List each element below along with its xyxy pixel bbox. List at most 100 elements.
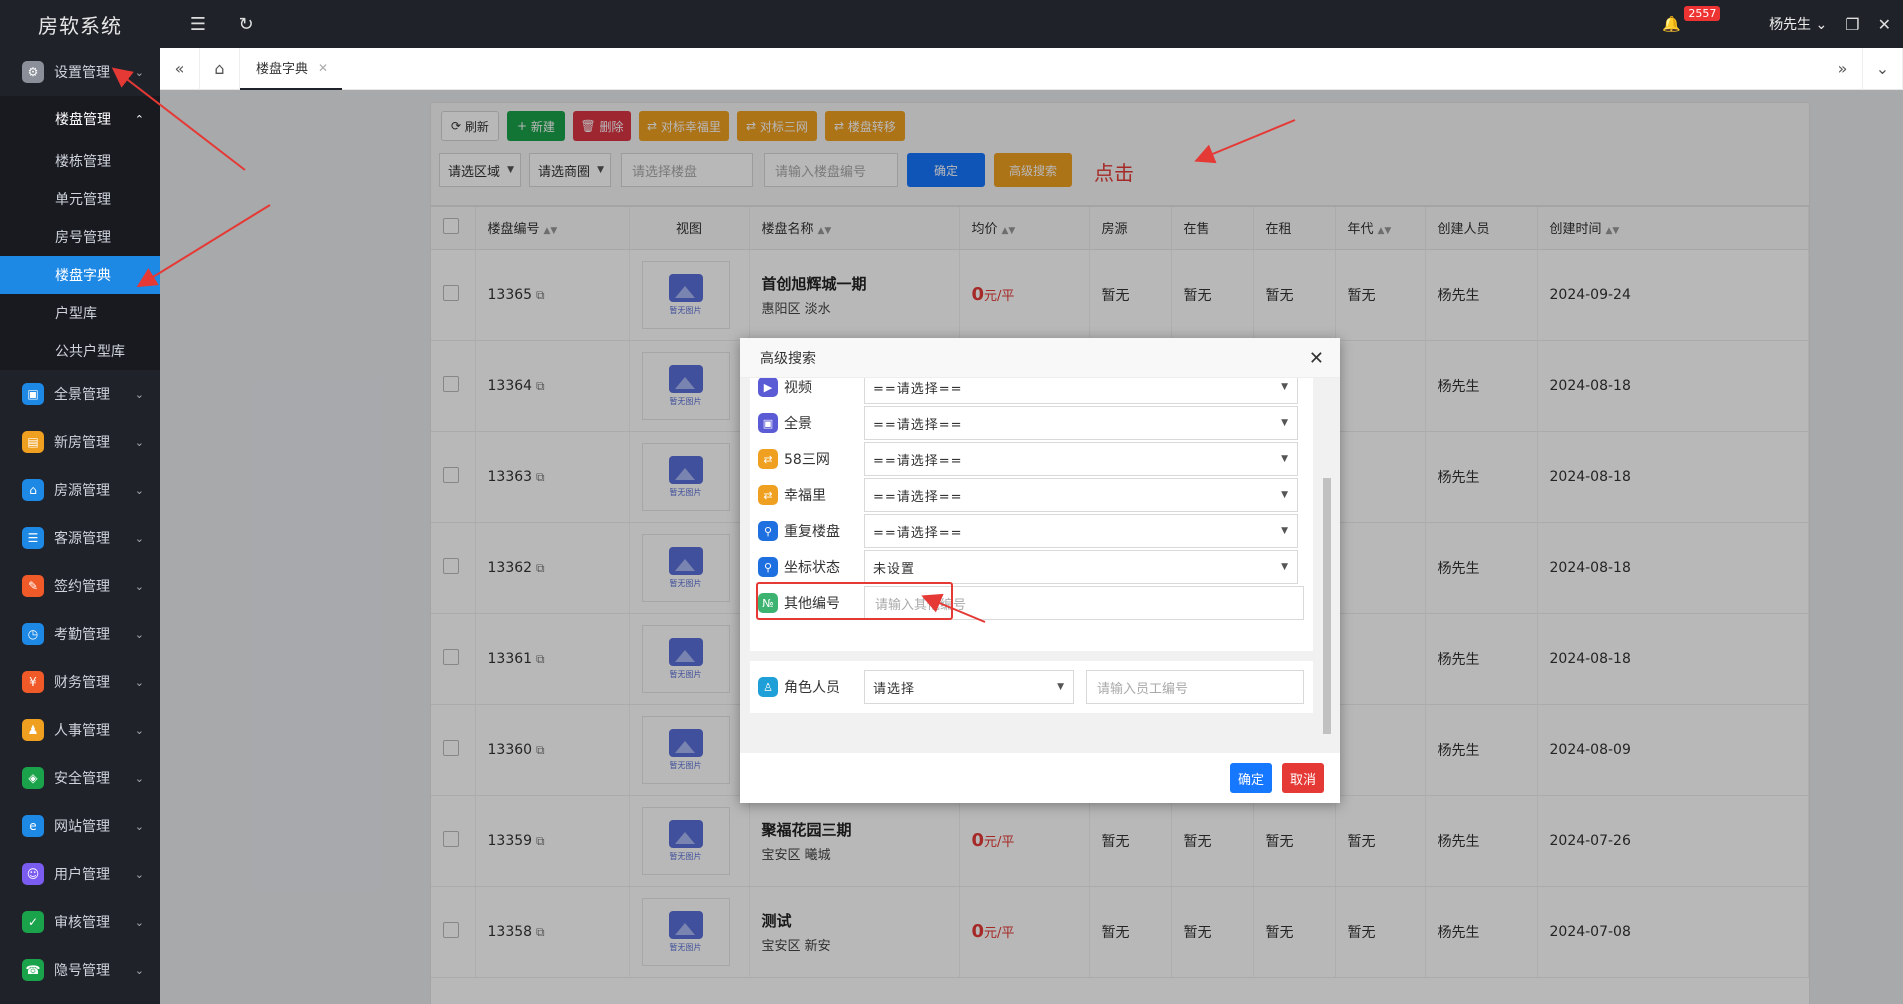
menu-icon: ◈ xyxy=(22,767,44,789)
filter-label: 58三网 xyxy=(784,452,830,468)
sidebar-item-label: 客源管理 xyxy=(54,531,110,547)
modal-title: 高级搜索 xyxy=(760,350,816,367)
sidebar-item-label: 人事管理 xyxy=(54,723,110,739)
tab-label: 楼盘字典 xyxy=(256,62,309,77)
sidebar-item-7[interactable]: ¥ 财务管理 ⌄ xyxy=(0,658,160,706)
advanced-search-modal: 高级搜索 ✕ ▶ 视频 ==请选择== ▼ ▣ 全景 ==请选择== ▼ ⇄ 58三网 ==请选择=… xyxy=(740,338,1340,803)
sidebar-item-2[interactable]: ▤ 新房管理 ⌄ xyxy=(0,418,160,466)
refresh-icon[interactable]: ↻ xyxy=(236,14,256,35)
filter-label: 重复楼盘 xyxy=(784,524,840,540)
modal-body: ▶ 视频 ==请选择== ▼ ▣ 全景 ==请选择== ▼ ⇄ 58三网 ==请选择== ▼ ⇄ 幸福里 =… xyxy=(740,378,1340,753)
sidebar-item-1[interactable]: ▣ 全景管理 ⌄ xyxy=(0,370,160,418)
tab-scroll-left-icon[interactable]: « xyxy=(160,47,200,90)
close-icon[interactable]: ✕ xyxy=(1309,348,1324,369)
highlight-box xyxy=(756,582,953,620)
menu-icon: e xyxy=(22,815,44,837)
sub-item-estate-dict[interactable]: 楼盘字典 xyxy=(0,256,160,294)
restore-window-icon[interactable]: ❐ xyxy=(1845,15,1859,34)
chevron-down-icon: ⌄ xyxy=(134,963,144,977)
close-window-icon[interactable]: ✕ xyxy=(1878,15,1891,34)
sidebar-item-label: 全景管理 xyxy=(54,387,110,403)
sub-item-unit[interactable]: 单元管理 xyxy=(0,180,160,218)
role-row: ♙ 角色人员 请选择 ▼ 请输入员工编号 xyxy=(758,670,1318,704)
filter-label: 视频 xyxy=(784,380,812,396)
modal-confirm-button[interactable]: 确定 xyxy=(1229,763,1272,793)
filter-select[interactable]: ==请选择== ▼ xyxy=(864,378,1298,404)
filter-select[interactable]: ==请选择== ▼ xyxy=(864,478,1298,512)
filter-label: 全景 xyxy=(784,416,812,432)
submenu-head-label: 楼盘管理 xyxy=(55,112,111,128)
sidebar-item-3[interactable]: ⌂ 房源管理 ⌄ xyxy=(0,466,160,514)
person-icon: ♙ xyxy=(758,677,778,697)
top-bar: 房软系统 ☰ ↻ 🔔 2557 杨先生 ⌄ ❐ ✕ xyxy=(0,0,1903,48)
tab-estate-dict[interactable]: 楼盘字典 ✕ xyxy=(240,48,343,90)
filter-select-value: ==请选择== xyxy=(873,381,963,397)
menu-icon: ✓ xyxy=(22,911,44,933)
filter-select[interactable]: ==请选择== ▼ xyxy=(864,514,1298,548)
sidebar-item-9[interactable]: ◈ 安全管理 ⌄ xyxy=(0,754,160,802)
sidebar-item-label: 财务管理 xyxy=(54,675,110,691)
chevron-down-icon: ⌄ xyxy=(134,723,144,737)
tab-menu-icon[interactable]: ⌄ xyxy=(1863,47,1903,90)
filter-row-5: ⚲ 坐标状态 未设置 ▼ xyxy=(758,550,1318,584)
role-group: ♙ 角色人员 请选择 ▼ 请输入员工编号 xyxy=(750,661,1313,713)
user-menu[interactable]: 杨先生 ⌄ xyxy=(1769,14,1827,34)
sidebar-item-5[interactable]: ✎ 签约管理 ⌄ xyxy=(0,562,160,610)
modal-scrollbar-thumb[interactable] xyxy=(1323,478,1331,734)
sidebar-item-11[interactable]: ☺ 用户管理 ⌄ xyxy=(0,850,160,898)
sidebar-item-label: 网站管理 xyxy=(54,819,110,835)
notification-badge: 2557 xyxy=(1684,6,1721,21)
sidebar-item-8[interactable]: ♟ 人事管理 ⌄ xyxy=(0,706,160,754)
filter-select-value: ==请选择== xyxy=(873,453,963,469)
chevron-down-icon: ⌄ xyxy=(134,675,144,689)
chevron-down-icon: ⌄ xyxy=(134,435,144,449)
caret-down-icon: ▼ xyxy=(1281,562,1289,572)
modal-header: 高级搜索 ✕ xyxy=(740,338,1340,378)
sub-item-layout[interactable]: 户型库 xyxy=(0,294,160,332)
caret-down-icon: ▼ xyxy=(1281,526,1289,536)
sub-item-public-layout[interactable]: 公共户型库 xyxy=(0,332,160,370)
filter-row-1: ▣ 全景 ==请选择== ▼ xyxy=(758,406,1318,440)
sub-item-building[interactable]: 楼栋管理 xyxy=(0,142,160,180)
filter-icon: ⚲ xyxy=(758,557,778,577)
sidebar-item-12[interactable]: ✓ 审核管理 ⌄ xyxy=(0,898,160,946)
chevron-down-icon: ⌄ xyxy=(134,579,144,593)
sidebar-item-label: 房源管理 xyxy=(54,483,110,499)
bell-icon[interactable]: 🔔 2557 xyxy=(1662,6,1721,33)
modal-cancel-button[interactable]: 取消 xyxy=(1281,763,1324,793)
submenu-head-estate[interactable]: 楼盘管理 ⌃ xyxy=(0,96,160,142)
role-select-value: 请选择 xyxy=(873,681,916,697)
filter-row-3: ⇄ 幸福里 ==请选择== ▼ xyxy=(758,478,1318,512)
sidebar-item-settings[interactable]: ⚙ 设置管理 ⌄ xyxy=(0,48,160,96)
role-select[interactable]: 请选择 ▼ xyxy=(864,670,1074,704)
menu-icon: ☎ xyxy=(22,959,44,981)
menu-icon: ◷ xyxy=(22,623,44,645)
home-icon[interactable]: ⌂ xyxy=(200,47,240,90)
filter-icon: ▶ xyxy=(758,378,778,397)
staff-code-input[interactable]: 请输入员工编号 xyxy=(1086,670,1304,704)
sidebar: ⚙ 设置管理 ⌄ 楼盘管理 ⌃ 楼栋管理 单元管理 房号管理 楼盘字典 户型库 … xyxy=(0,48,160,1004)
sidebar-item-6[interactable]: ◷ 考勤管理 ⌄ xyxy=(0,610,160,658)
menu-icon: ⌂ xyxy=(22,479,44,501)
app-title: 房软系统 xyxy=(38,13,122,38)
filter-select[interactable]: ==请选择== ▼ xyxy=(864,406,1298,440)
sidebar-item-13[interactable]: ☎ 隐号管理 ⌄ xyxy=(0,946,160,994)
sidebar-item-label: 设置管理 xyxy=(54,65,110,81)
close-icon[interactable]: ✕ xyxy=(318,61,328,75)
filter-row-2: ⇄ 58三网 ==请选择== ▼ xyxy=(758,442,1318,476)
tab-scroll-right-icon[interactable]: » xyxy=(1823,47,1863,90)
menu-icon: ✎ xyxy=(22,575,44,597)
role-label: 角色人员 xyxy=(784,680,840,696)
sidebar-item-label: 新房管理 xyxy=(54,435,110,451)
menu-collapse-icon[interactable]: ☰ xyxy=(188,14,208,35)
sidebar-item-4[interactable]: ☰ 客源管理 ⌄ xyxy=(0,514,160,562)
filter-select[interactable]: 未设置 ▼ xyxy=(864,550,1298,584)
filter-select[interactable]: ==请选择== ▼ xyxy=(864,442,1298,476)
sidebar-item-label: 安全管理 xyxy=(54,771,110,787)
chevron-down-icon: ⌄ xyxy=(134,915,144,929)
caret-down-icon: ▼ xyxy=(1281,418,1289,428)
sidebar-item-label: 隐号管理 xyxy=(54,963,110,979)
filter-select-value: ==请选择== xyxy=(873,525,963,541)
sidebar-item-10[interactable]: e 网站管理 ⌄ xyxy=(0,802,160,850)
sub-item-room[interactable]: 房号管理 xyxy=(0,218,160,256)
